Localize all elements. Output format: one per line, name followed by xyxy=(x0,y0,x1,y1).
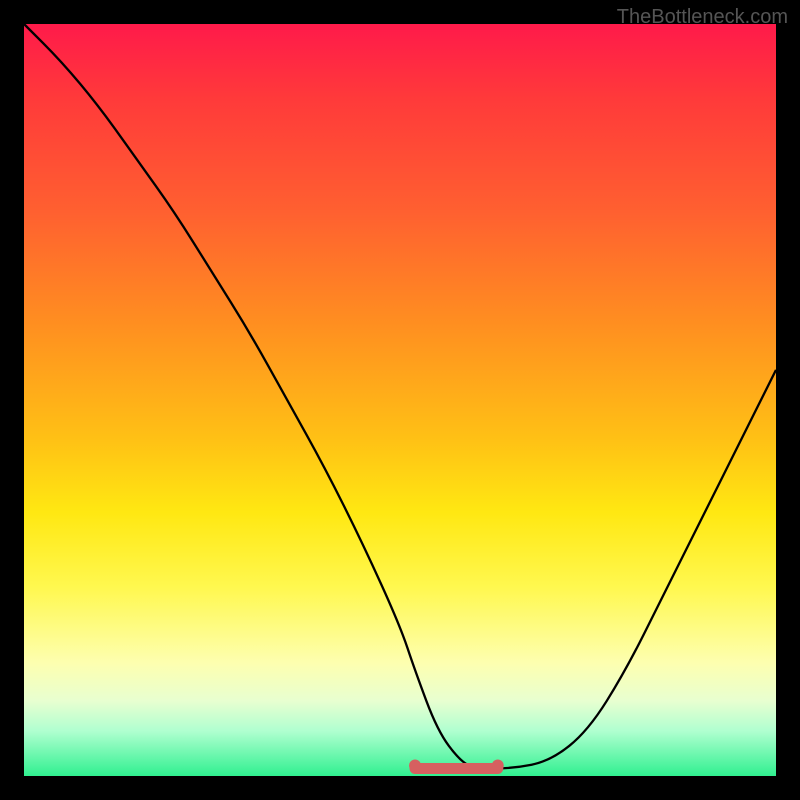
chart-curve xyxy=(24,24,776,768)
marker-dot-left xyxy=(409,759,421,771)
marker-dot-right xyxy=(492,759,504,771)
chart-background xyxy=(24,24,776,776)
chart-svg xyxy=(24,24,776,776)
watermark-text: TheBottleneck.com xyxy=(617,6,788,29)
